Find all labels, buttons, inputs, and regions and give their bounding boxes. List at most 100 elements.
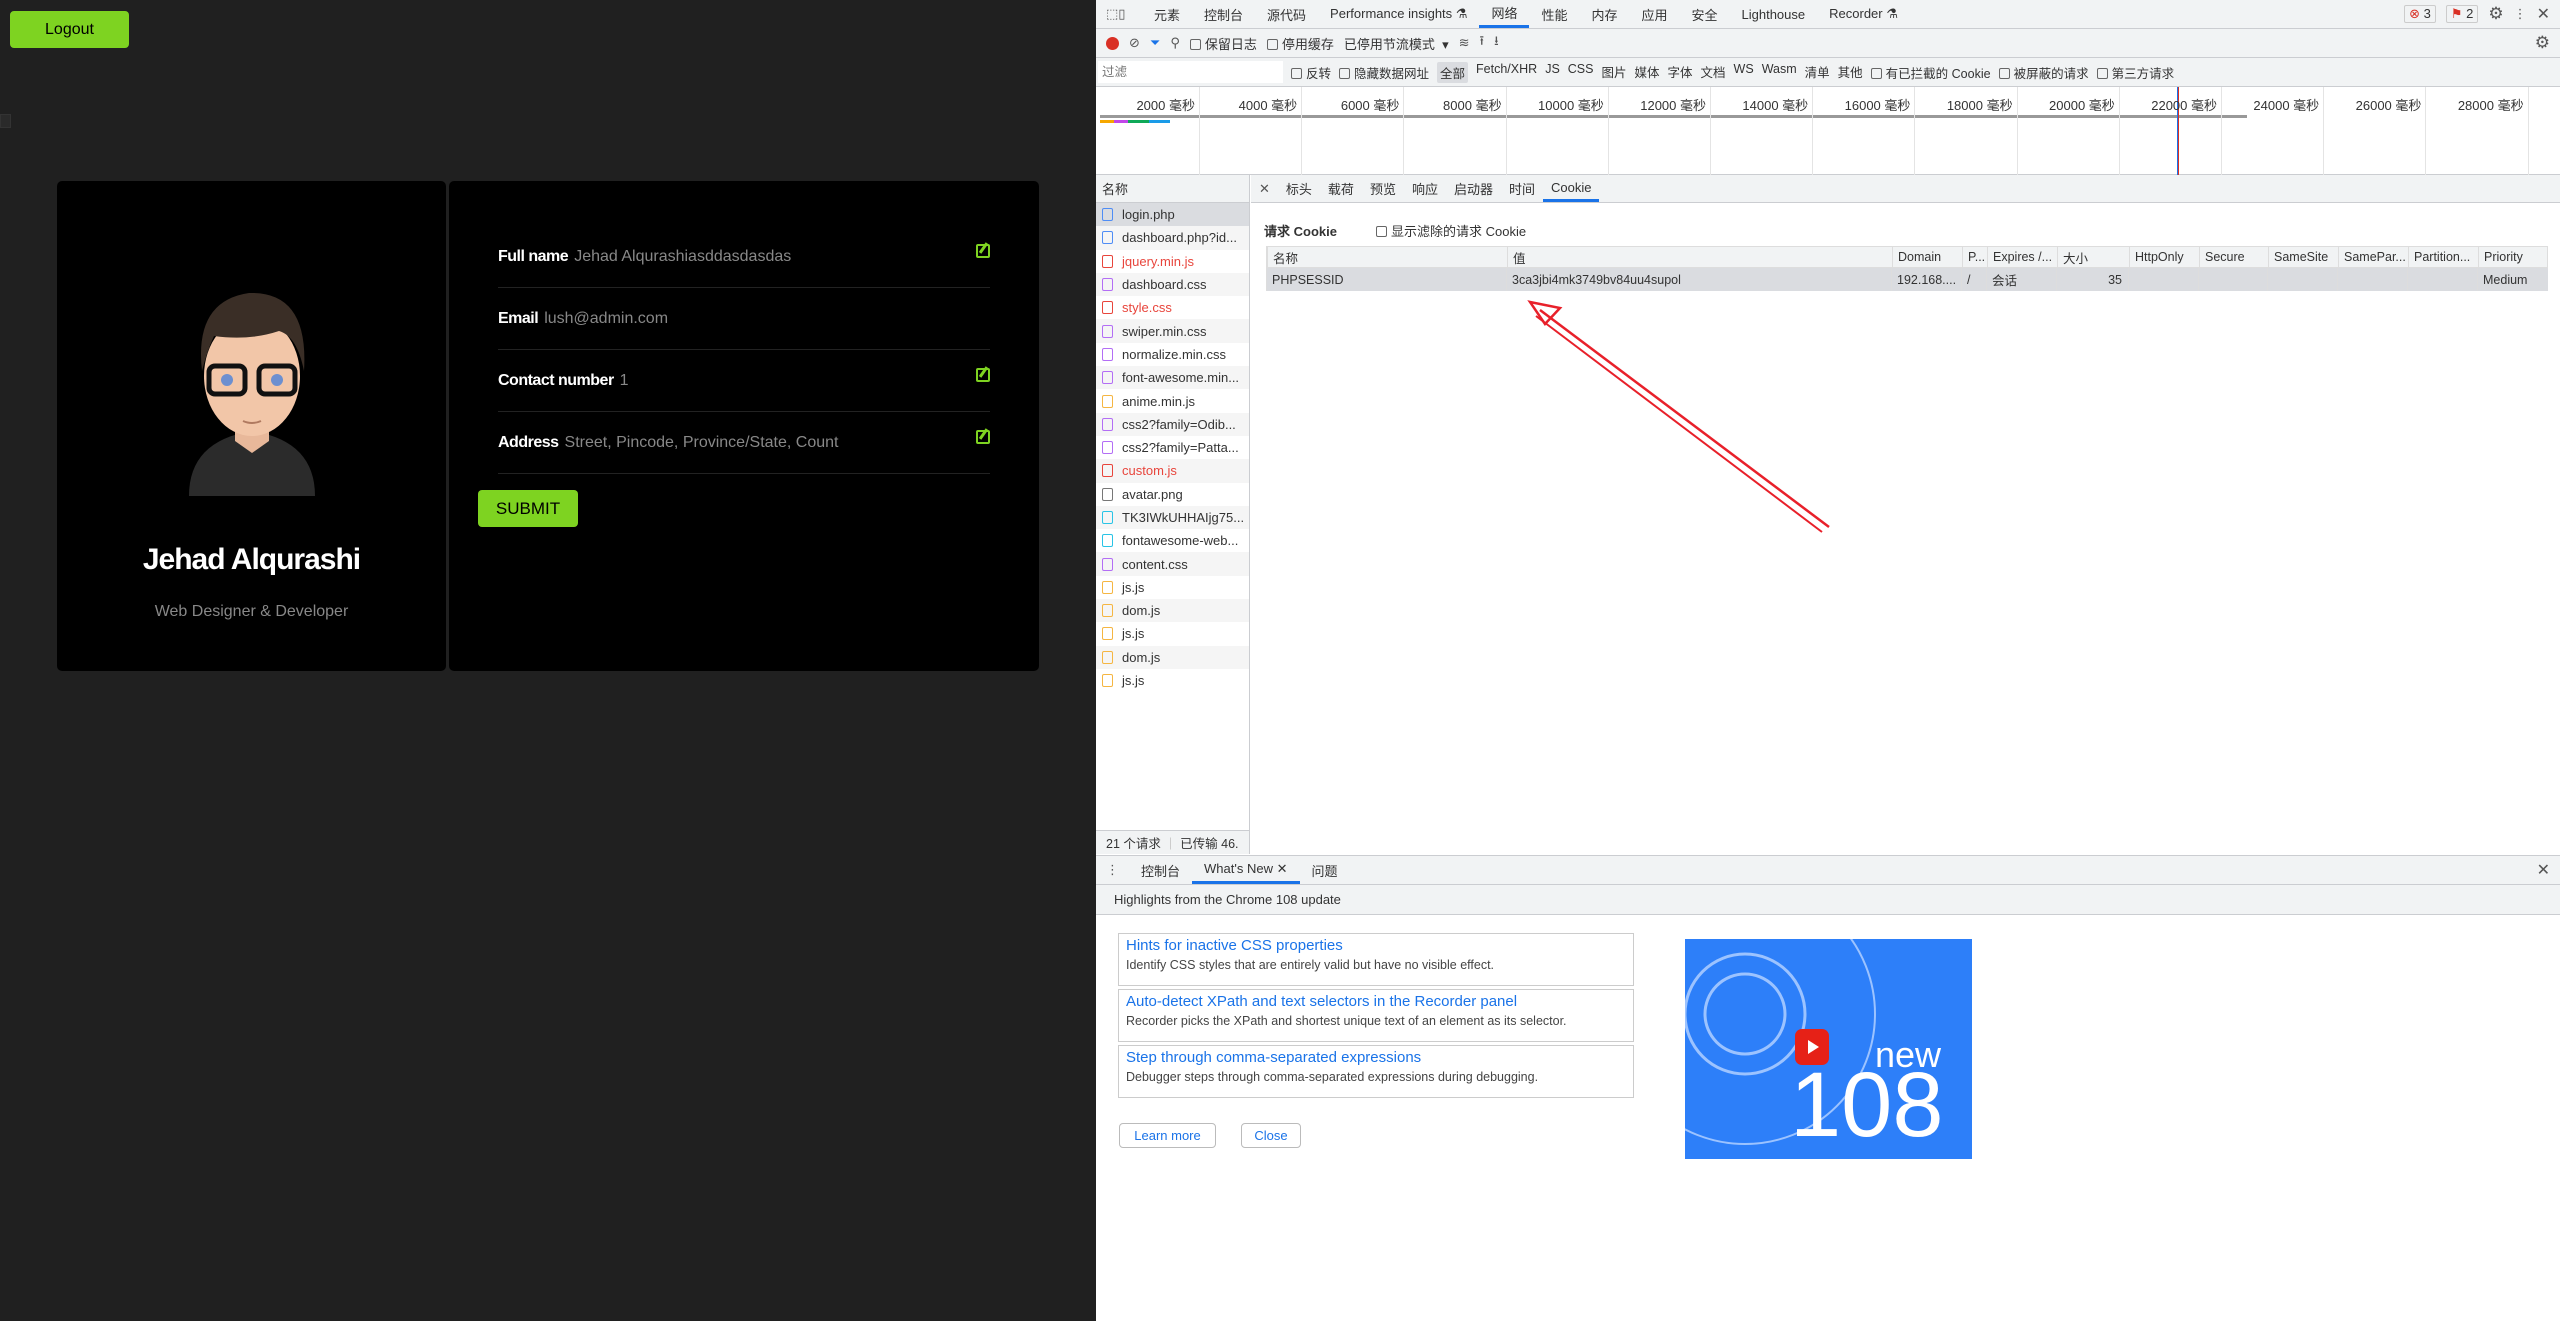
edit-icon[interactable] [976,368,990,382]
column-header[interactable]: Expires /... [1987,247,2057,267]
detail-tab[interactable]: 时间 [1501,175,1543,202]
devtools-tab[interactable]: 元素 [1142,0,1192,28]
edit-icon[interactable] [976,430,990,444]
drawer-tab-issues[interactable]: 问题 [1300,856,1350,884]
issues-badge[interactable]: ⚑ 2 [2445,5,2479,23]
whats-new-video-thumbnail[interactable]: new 108 [1685,939,1972,1159]
wifi-icon[interactable]: ≋ [1459,35,1470,51]
request-row[interactable]: login.php [1096,203,1249,227]
column-header[interactable]: 名称 [1267,247,1507,267]
column-header[interactable]: Secure [2199,247,2268,267]
detail-tab[interactable]: 启动器 [1446,175,1501,202]
column-header[interactable]: SamePar... [2338,247,2408,267]
blocked-requests-checkbox[interactable]: 被屏蔽的请求 [1998,63,2089,82]
network-overview-timeline[interactable]: 2000 毫秒 4000 毫秒 6000 毫秒 8000 毫秒 10000 毫秒 1200… [1096,87,2560,175]
hide-data-urls-checkbox[interactable]: 隐藏数据网址 [1339,63,1429,82]
request-row[interactable]: content.css [1096,552,1249,576]
filter-type-button[interactable]: 清单 [1805,62,1830,83]
devtools-tab[interactable]: 网络 [1479,0,1530,28]
drawer-tab-whats-new[interactable]: What's New ✕ [1192,856,1300,884]
drawer-menu-icon[interactable]: ⋮ [1096,862,1129,878]
column-header[interactable]: Priority [2478,247,2549,267]
throttle-select[interactable]: 已停用节流模式 ▾ [1344,34,1449,53]
filter-type-button[interactable]: CSS [1568,62,1594,83]
export-icon[interactable]: ⭳ [1494,32,1499,54]
request-row[interactable]: fontawesome-web... [1096,529,1249,552]
request-row[interactable]: dashboard.php?id... [1096,226,1249,250]
settings-icon[interactable]: ⚙ [2488,4,2503,24]
column-header[interactable]: HttpOnly [2129,247,2199,267]
clear-icon[interactable]: ⊘ [1129,35,1140,51]
request-row[interactable]: css2?family=Patta... [1096,436,1249,459]
submit-button[interactable]: SUBMIT [478,490,578,527]
request-row[interactable]: dom.js [1096,645,1249,669]
more-icon[interactable]: ⋮ [2514,6,2527,22]
request-row[interactable]: jquery.min.js [1096,250,1249,273]
request-row[interactable]: js.js [1096,622,1249,645]
edit-icon[interactable] [976,244,990,258]
close-detail-icon[interactable]: ✕ [1251,181,1278,197]
close-button[interactable]: Close [1241,1123,1301,1148]
close-drawer-icon[interactable]: ✕ [2537,860,2560,880]
record-icon[interactable] [1106,36,1119,50]
filter-type-button[interactable]: 全部 [1437,61,1469,83]
request-row[interactable]: avatar.png [1096,483,1249,506]
detail-tab[interactable]: 响应 [1404,175,1446,202]
filter-type-button[interactable]: Wasm [1762,62,1797,83]
filter-type-button[interactable]: Fetch/XHR [1476,62,1537,83]
import-icon[interactable]: ⭱ [1480,32,1485,54]
detail-tab[interactable]: 预览 [1362,175,1404,202]
detail-tab[interactable]: 载荷 [1320,175,1362,202]
request-row[interactable]: js.js [1096,576,1249,599]
request-row[interactable]: dom.js [1096,599,1249,623]
disable-cache-checkbox[interactable]: 停用缓存 [1266,34,1334,53]
logout-button[interactable]: Logout [10,11,129,48]
devtools-tab[interactable]: 应用 [1629,0,1679,28]
learn-more-button[interactable]: Learn more [1119,1123,1216,1148]
request-row[interactable]: TK3IWkUHHAIjg75... [1096,505,1249,530]
devtools-tab[interactable]: Recorder ⚗ [1817,0,1910,28]
devtools-tab[interactable]: Performance insights ⚗ [1318,0,1479,28]
show-filtered-checkbox[interactable]: 显示滤除的请求 Cookie [1376,221,1526,240]
column-header[interactable]: SameSite [2268,247,2338,267]
column-header[interactable]: Partition... [2408,247,2478,267]
request-row[interactable]: normalize.min.css [1096,343,1249,366]
filter-type-button[interactable]: WS [1734,62,1754,83]
search-icon[interactable]: ⚲ [1170,35,1180,51]
request-row[interactable]: font-awesome.min... [1096,366,1249,390]
detail-tab[interactable]: 标头 [1278,175,1320,202]
filter-type-button[interactable]: 文档 [1701,62,1726,83]
filter-type-button[interactable]: 字体 [1668,62,1693,83]
column-header[interactable]: Domain [1892,247,1962,267]
item-title[interactable]: Step through comma-separated expressions [1126,1049,1626,1066]
column-header[interactable]: P... [1962,247,1987,267]
inspect-icon[interactable]: ⬚▯ [1096,6,1142,22]
request-row[interactable]: custom.js [1096,459,1249,483]
request-row[interactable]: css2?family=Odib... [1096,412,1249,436]
filter-type-button[interactable]: 其他 [1838,62,1863,83]
errors-badge[interactable]: ⊗ 3 [2404,5,2436,23]
filter-input[interactable] [1098,61,1283,83]
detail-tab[interactable]: Cookie [1543,175,1600,202]
request-row[interactable]: anime.min.js [1096,389,1249,412]
network-settings-icon[interactable]: ⚙ [2535,33,2550,53]
item-title[interactable]: Hints for inactive CSS properties [1126,937,1626,954]
invert-checkbox[interactable]: 反转 [1291,63,1331,82]
column-header[interactable]: 值 [1507,247,1892,267]
blocked-cookies-checkbox[interactable]: 有已拦截的 Cookie [1870,63,1991,82]
name-column-header[interactable]: 名称 [1096,175,1249,203]
devtools-tab[interactable]: 安全 [1680,0,1730,28]
item-title[interactable]: Auto-detect XPath and text selectors in … [1126,993,1626,1010]
request-row[interactable]: style.css [1096,296,1249,319]
whats-new-item[interactable]: Auto-detect XPath and text selectors in … [1118,989,1634,1042]
close-tab-icon[interactable]: ✕ [1277,861,1288,877]
devtools-tab[interactable]: 控制台 [1192,0,1255,28]
request-row[interactable]: js.js [1096,669,1249,692]
cookie-row[interactable]: PHPSESSID 3ca3jbi4mk3749bv84uu4supol 192.1… [1266,268,2548,291]
whats-new-item[interactable]: Step through comma-separated expressions… [1118,1045,1634,1098]
close-icon[interactable]: ✕ [2537,4,2550,24]
devtools-tab[interactable]: Lighthouse [1730,0,1818,28]
devtools-tab[interactable]: 源代码 [1255,0,1318,28]
devtools-tab[interactable]: 性能 [1529,0,1579,28]
request-row[interactable]: dashboard.css [1096,272,1249,297]
